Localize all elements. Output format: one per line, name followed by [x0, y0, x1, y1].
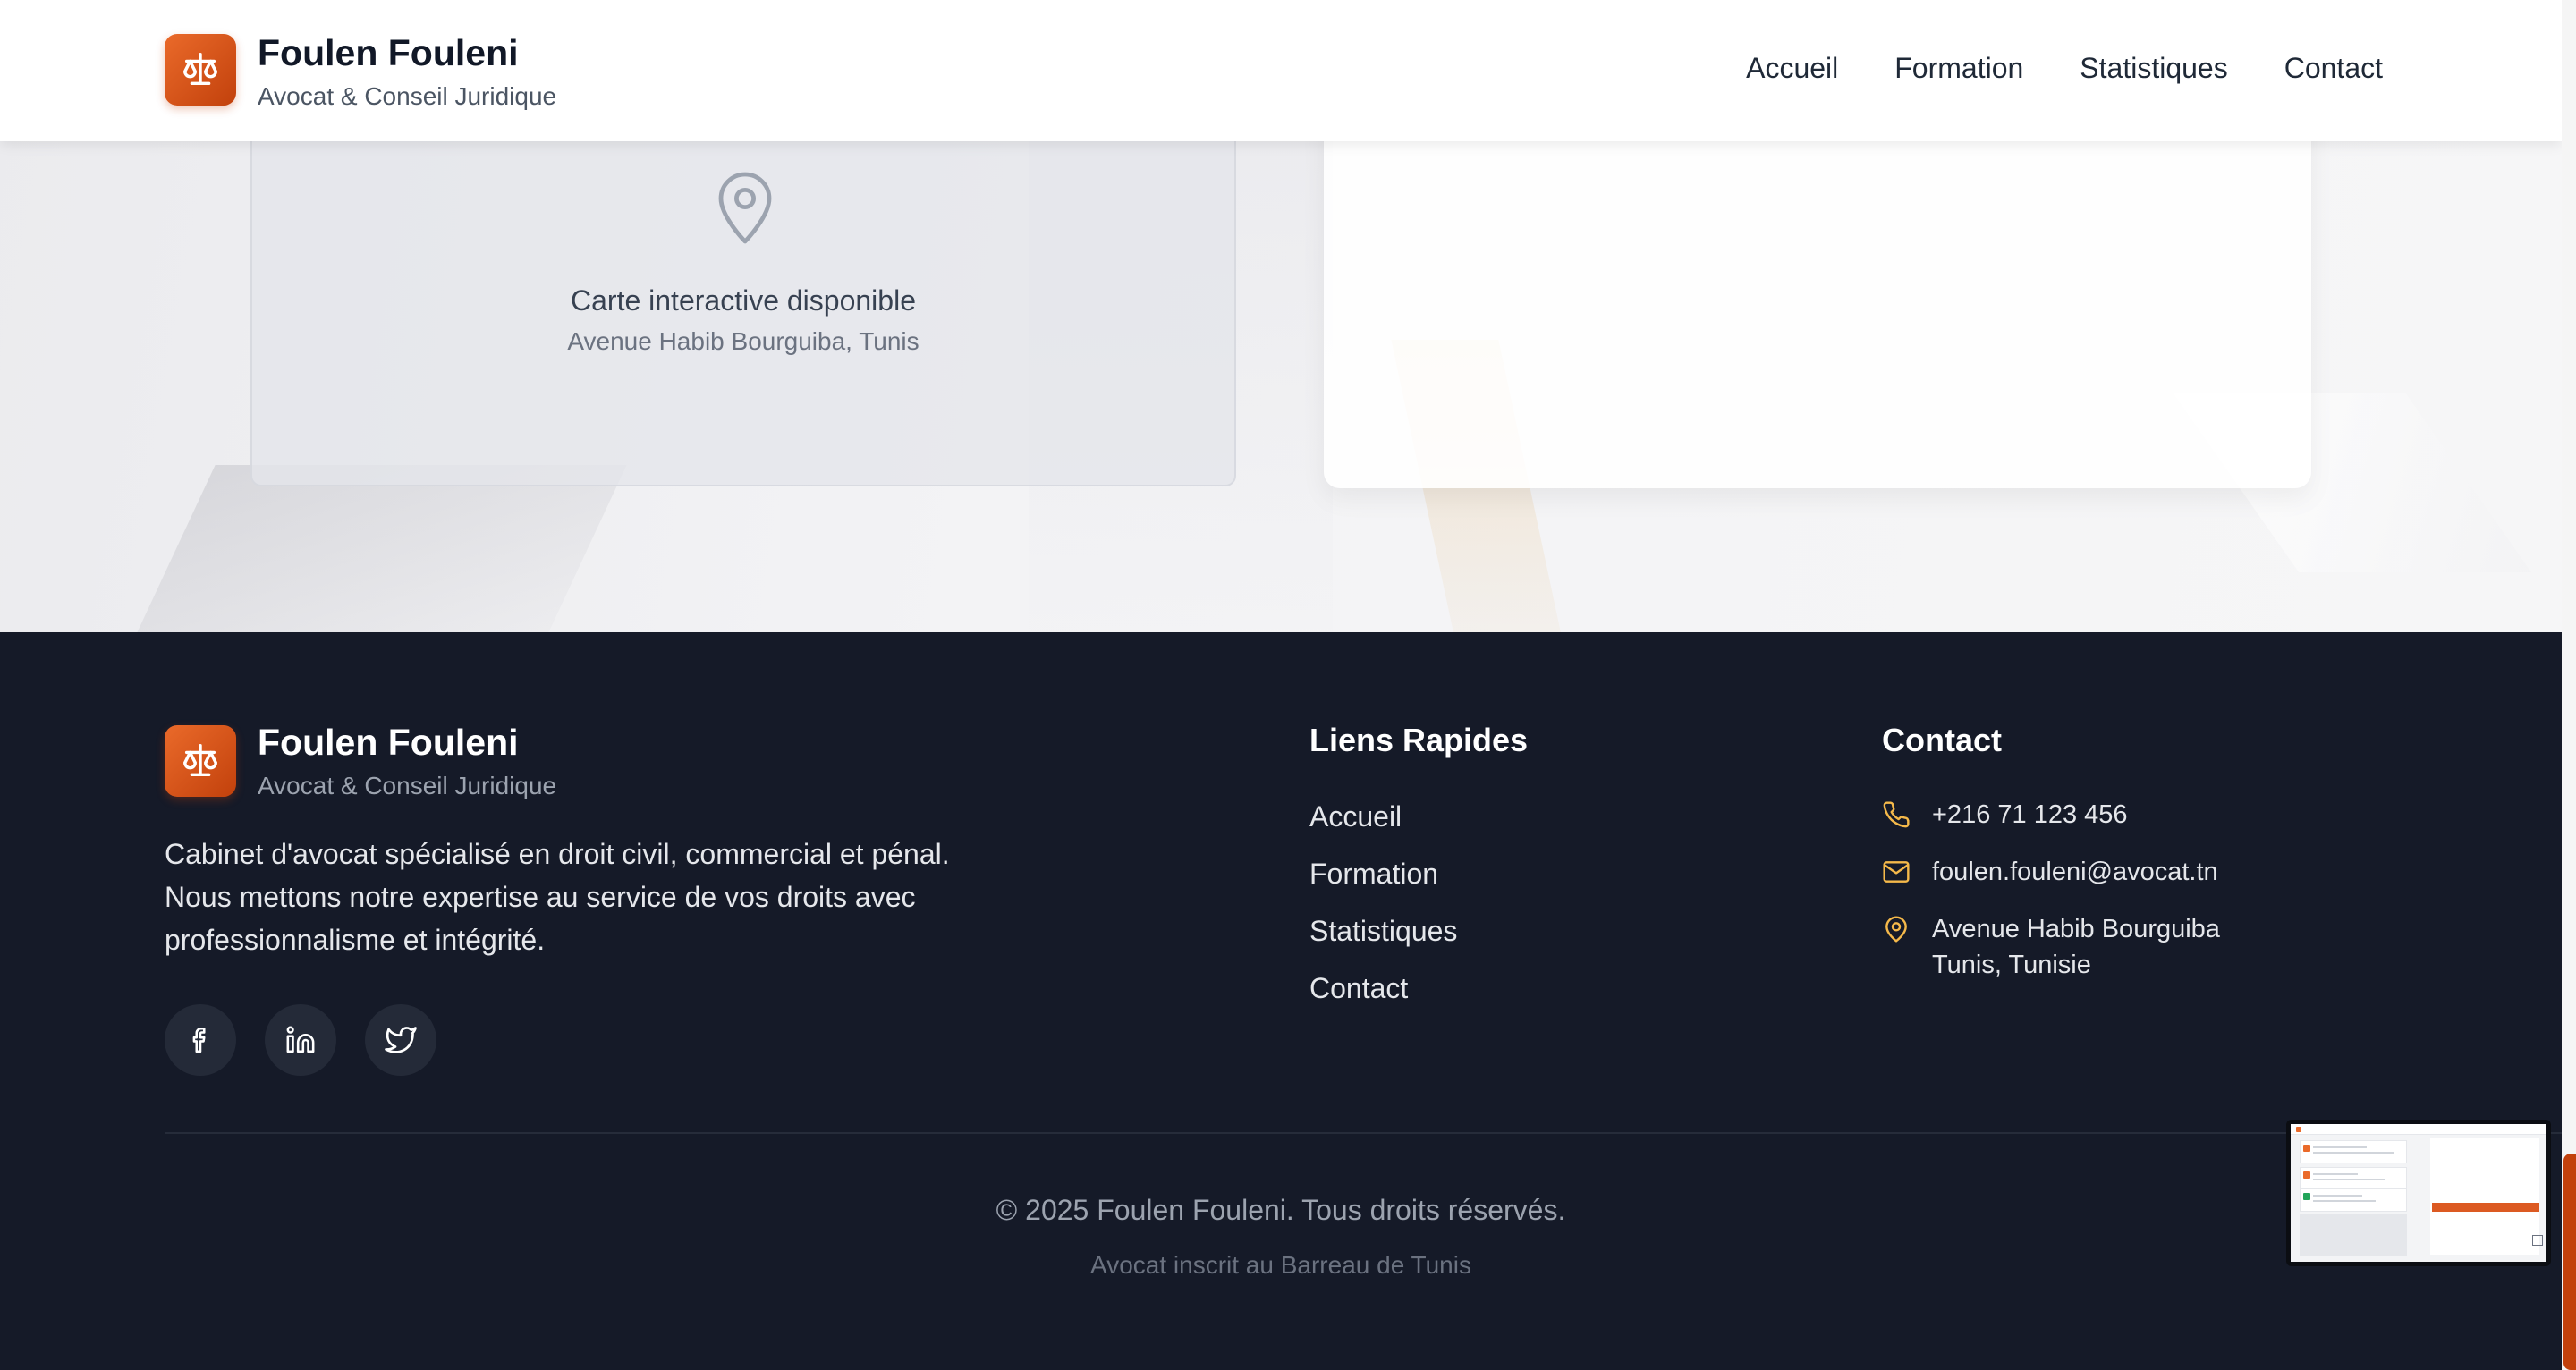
background-decoration [106, 465, 627, 632]
contact-phone[interactable]: +216 71 123 456 [1882, 797, 2128, 833]
quick-links-title: Liens Rapides [1309, 722, 1529, 758]
footer-description: Cabinet d'avocat spécialisé en droit civ… [165, 838, 950, 956]
nav-statistiques[interactable]: Statistiques [2080, 52, 2227, 85]
contact-email[interactable]: foulen.fouleni@avocat.tn [1882, 854, 2218, 890]
phone-number: +216 71 123 456 [1932, 800, 2128, 829]
logo[interactable] [165, 34, 236, 106]
main-nav: Accueil Formation Statistiques Contact [1746, 52, 2383, 85]
linkedin-button[interactable] [265, 1004, 336, 1076]
facebook-button[interactable] [165, 1004, 236, 1076]
map-title: Carte interactive disponible [571, 284, 916, 317]
email-address: foulen.fouleni@avocat.tn [1932, 858, 2218, 886]
address-line-1: Avenue Habib Bourguiba [1932, 915, 2220, 943]
linkedin-icon [286, 1026, 315, 1053]
twitter-icon [385, 1027, 417, 1053]
footer-link-formation[interactable]: Formation [1309, 858, 1457, 915]
footer-brand-tagline: Avocat & Conseil Juridique [258, 772, 557, 799]
phone-icon [1883, 801, 1910, 828]
twitter-button[interactable] [365, 1004, 436, 1076]
expand-icon[interactable] [2532, 1235, 2543, 1246]
location-pin-icon [1885, 916, 1907, 943]
footer-divider [165, 1132, 2562, 1134]
footer-link-contact[interactable]: Contact [1309, 972, 1457, 1029]
bar-registration: Avocat inscrit au Barreau de Tunis [1090, 1251, 1471, 1279]
nav-formation[interactable]: Formation [1894, 52, 2023, 85]
preview-map [2300, 1214, 2407, 1256]
preview-card [2300, 1140, 2407, 1163]
footer-brand-name: Foulen Fouleni [258, 722, 519, 763]
facebook-icon [192, 1027, 206, 1053]
brand-name: Foulen Fouleni [258, 32, 519, 73]
mail-icon [1883, 861, 1910, 883]
footer-logo[interactable] [165, 725, 236, 797]
brand-tagline: Avocat & Conseil Juridique [258, 82, 557, 110]
page-preview-thumbnail[interactable] [2286, 1120, 2551, 1266]
contact-form-card [1324, 89, 2311, 488]
map-pin-icon [718, 172, 772, 244]
site-header: Foulen Fouleni Avocat & Conseil Juridiqu… [0, 0, 2562, 141]
quick-links-list: Accueil Formation Statistiques Contact [1309, 800, 1457, 1029]
map-address: Avenue Habib Bourguiba, Tunis [567, 327, 919, 355]
site-footer: Foulen Fouleni Avocat & Conseil Juridiqu… [0, 632, 2562, 1370]
contact-address: Avenue Habib Bourguiba Tunis, Tunisie [1882, 911, 2220, 983]
nav-accueil[interactable]: Accueil [1746, 52, 1838, 85]
contact-title: Contact [1882, 722, 2002, 758]
scrollbar-thumb[interactable] [2563, 1154, 2576, 1370]
scales-icon [183, 53, 217, 86]
preview-submit [2432, 1203, 2539, 1212]
map-placeholder-card: Carte interactive disponible Avenue Habi… [250, 107, 1236, 486]
copyright: © 2025 Foulen Fouleni. Tous droits réser… [996, 1194, 1566, 1226]
preview-card [2300, 1188, 2407, 1212]
footer-link-accueil[interactable]: Accueil [1309, 800, 1457, 858]
scales-icon [183, 744, 217, 777]
preview-form [2430, 1138, 2539, 1255]
preview-card [2300, 1167, 2407, 1190]
preview-header [2291, 1124, 2546, 1135]
nav-contact[interactable]: Contact [2284, 52, 2383, 85]
footer-link-statistiques[interactable]: Statistiques [1309, 915, 1457, 972]
address-line-2: Tunis, Tunisie [1932, 951, 2091, 979]
